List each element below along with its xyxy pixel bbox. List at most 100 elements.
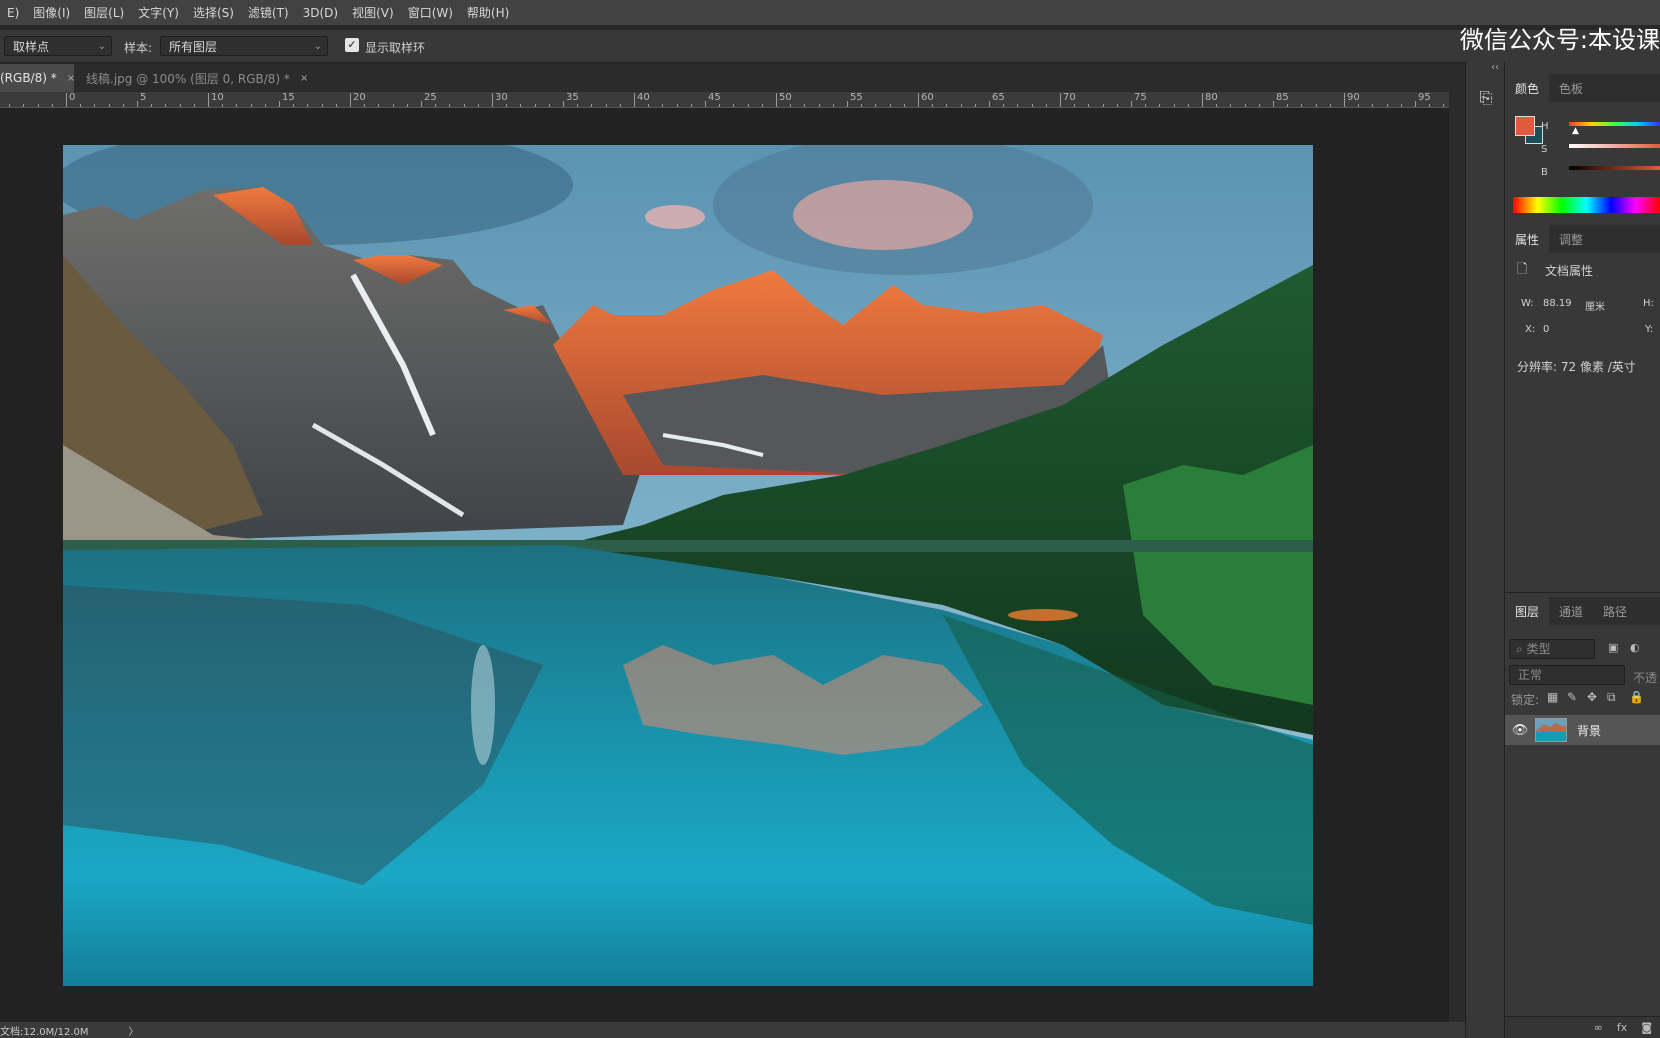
visibility-eye-icon[interactable]: 👁 xyxy=(1505,723,1535,738)
ruler-tick xyxy=(1187,104,1189,107)
x-value[interactable]: 0 xyxy=(1543,324,1549,335)
x-label: X: xyxy=(1525,324,1536,335)
ruler-tick xyxy=(9,104,11,107)
lock-brush-icon[interactable]: ✎ xyxy=(1567,690,1577,704)
tab-channels[interactable]: 通道 xyxy=(1549,597,1593,625)
ruler-tick xyxy=(1102,104,1104,107)
sample-size-select[interactable]: 取样点 ⌄ xyxy=(4,36,112,56)
ruler-tick xyxy=(51,104,53,107)
layer-filter-value: 类型 xyxy=(1526,642,1551,656)
layer-row[interactable]: 👁 背景 xyxy=(1505,715,1660,745)
hue-slider[interactable] xyxy=(1569,122,1660,126)
add-mask-icon[interactable]: ◙ xyxy=(1641,1021,1652,1034)
show-ring-checkbox[interactable]: ✓ xyxy=(345,38,359,52)
layers-panel-tabs: 图层 通道 路径 xyxy=(1505,597,1660,625)
menu-item[interactable]: 窗口(W) xyxy=(401,4,460,21)
menu-item[interactable]: 3D(D) xyxy=(296,6,345,20)
ruler-tick xyxy=(989,101,990,107)
close-icon[interactable]: × xyxy=(300,73,308,84)
status-bar: 文档:12.0M/12.0M 〉 xyxy=(0,1022,1465,1038)
ruler-tick xyxy=(1074,104,1076,107)
tab-adjustments[interactable]: 调整 xyxy=(1549,225,1593,253)
blend-mode-select[interactable]: 正常 xyxy=(1509,665,1625,685)
ruler-tick xyxy=(889,104,891,107)
image-filter-icon[interactable]: ▣ xyxy=(1608,641,1618,654)
history-icon[interactable]: ⎘ xyxy=(1476,88,1496,110)
ruler-number: 55 xyxy=(850,92,863,103)
document-icon: 🗋 xyxy=(1517,262,1528,277)
ruler-tick xyxy=(676,104,678,107)
ruler-tick xyxy=(250,104,252,107)
ruler-tick xyxy=(648,104,650,107)
ruler-tick xyxy=(548,104,550,107)
ruler-tick xyxy=(1329,104,1331,107)
menu-bar: E) 图像(I) 图层(L) 文字(Y) 选择(S) 滤镜(T) 3D(D) 视图(V) 窗口(… xyxy=(0,0,1660,26)
ruler-tick xyxy=(279,101,280,107)
ruler-number: 65 xyxy=(992,92,1005,103)
ruler-tick xyxy=(378,104,380,107)
ruler-tick xyxy=(1045,104,1047,107)
menu-item[interactable]: 图像(I) xyxy=(26,4,77,21)
menu-item[interactable]: 视图(V) xyxy=(345,4,401,21)
menu-item[interactable]: E) xyxy=(0,6,26,20)
ruler-tick xyxy=(861,104,863,107)
ruler-tick xyxy=(421,101,422,107)
tab-swatches[interactable]: 色板 xyxy=(1549,74,1593,102)
document-size: 文档:12.0M/12.0M xyxy=(0,1026,89,1038)
color-spectrum-bar[interactable] xyxy=(1513,197,1660,213)
tab-document-2[interactable]: 线稿.jpg @ 100% (图层 0, RGB/8) * × xyxy=(86,64,318,92)
collapse-panels-icon[interactable]: ‹‹ xyxy=(1491,62,1499,73)
lock-position-icon[interactable]: ✥ xyxy=(1587,690,1597,704)
lock-transparency-icon[interactable]: ▦ xyxy=(1547,690,1558,704)
lock-all-icon[interactable]: 🔒 xyxy=(1629,690,1644,704)
layer-name[interactable]: 背景 xyxy=(1577,722,1601,739)
width-value[interactable]: 88.19 xyxy=(1543,298,1572,309)
vertical-scrollbar[interactable] xyxy=(1449,92,1465,1022)
ruler-tick xyxy=(293,104,295,107)
ruler-number: 25 xyxy=(424,92,437,103)
tab-label: 线稿.jpg @ 100% (图层 0, RGB/8) * xyxy=(86,71,290,86)
ruler-tick xyxy=(37,104,39,107)
ruler-tick xyxy=(1230,104,1232,107)
sample-select[interactable]: 所有图层 ⌄ xyxy=(160,36,328,56)
tab-layers[interactable]: 图层 xyxy=(1505,597,1550,625)
ruler-tick xyxy=(1003,104,1005,107)
layer-filter-select[interactable]: ⌕ 类型 xyxy=(1509,639,1595,659)
fx-icon[interactable]: fx xyxy=(1617,1021,1627,1034)
tab-properties[interactable]: 属性 xyxy=(1505,225,1550,253)
saturation-slider[interactable] xyxy=(1569,144,1660,148)
menu-item[interactable]: 文字(Y) xyxy=(131,4,186,21)
ruler-tick xyxy=(1429,104,1431,107)
ruler-tick xyxy=(761,104,763,107)
adjustment-filter-icon[interactable]: ◐ xyxy=(1630,641,1640,654)
tab-paths[interactable]: 路径 xyxy=(1593,597,1637,625)
tab-document-1[interactable]: (RGB/8) * × xyxy=(0,64,75,92)
close-icon[interactable]: × xyxy=(67,73,75,84)
ruler-number: 0 xyxy=(69,92,76,103)
ruler-number: 15 xyxy=(282,92,295,103)
width-unit: 厘米 xyxy=(1585,302,1605,313)
status-arrow-button[interactable]: 〉 xyxy=(129,1023,139,1038)
ruler-tick xyxy=(1017,104,1019,107)
menu-item[interactable]: 滤镜(T) xyxy=(241,4,296,21)
ruler-number: 10 xyxy=(211,92,224,103)
ruler-tick xyxy=(1400,104,1402,107)
foreground-color-swatch[interactable] xyxy=(1515,116,1535,136)
menu-item[interactable]: 图层(L) xyxy=(77,4,131,21)
hue-slider-handle[interactable]: ▲ xyxy=(1572,126,1579,136)
ruler-tick xyxy=(193,104,195,107)
ruler-tick xyxy=(733,104,735,107)
menu-item[interactable]: 帮助(H) xyxy=(460,4,516,21)
tab-color[interactable]: 颜色 xyxy=(1505,74,1550,102)
resolution-text: 分辨率: 72 像素 /英寸 xyxy=(1517,360,1636,374)
menu-item[interactable]: 选择(S) xyxy=(186,4,241,21)
layers-bottom-bar: ∞ fx ◙ xyxy=(1505,1016,1660,1038)
canvas-area[interactable] xyxy=(0,108,1449,1023)
link-layers-icon[interactable]: ∞ xyxy=(1594,1021,1603,1034)
brightness-slider[interactable] xyxy=(1569,166,1660,170)
ruler-tick xyxy=(364,104,366,107)
ruler-tick xyxy=(80,104,82,107)
ruler-tick xyxy=(392,104,394,107)
ruler-tick xyxy=(818,104,820,107)
lock-artboard-icon[interactable]: ⧉ xyxy=(1607,690,1616,705)
